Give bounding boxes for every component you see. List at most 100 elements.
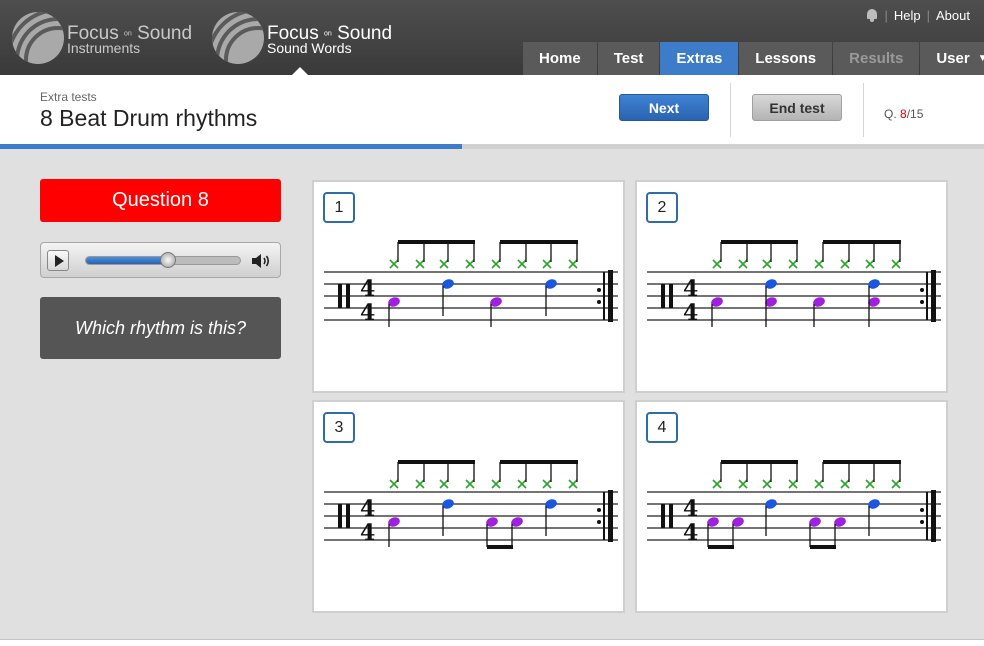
- progress-fill: [0, 144, 463, 149]
- hihat-note: [865, 259, 875, 269]
- hihat-note: [389, 479, 399, 489]
- repeat-dot: [597, 300, 601, 304]
- barline-thick: [931, 490, 936, 542]
- answer-option-4[interactable]: 4 44: [635, 400, 948, 613]
- nav-extras[interactable]: Extras: [660, 42, 739, 75]
- nav-home[interactable]: Home: [523, 42, 597, 75]
- option-number: 1: [323, 192, 355, 223]
- audio-seek-fill: [86, 257, 168, 264]
- hihat-note: [542, 479, 552, 489]
- question-prompt: Which rhythm is this?: [40, 297, 281, 359]
- repeat-dot: [920, 508, 924, 512]
- percussion-clef-bar: [338, 504, 342, 528]
- answer-option-1[interactable]: 1 44: [312, 180, 625, 393]
- hihat-note: [491, 259, 501, 269]
- barline-thin: [926, 492, 928, 540]
- sound-waves-icon: [212, 12, 264, 64]
- hihat-beam: [398, 460, 475, 464]
- percussion-clef-bar: [338, 284, 342, 308]
- hihat-beam: [721, 460, 798, 464]
- hihat-note: [568, 479, 578, 489]
- barline-thick: [608, 490, 613, 542]
- caret-down-icon: ▼: [977, 53, 984, 64]
- hihat-note: [415, 479, 425, 489]
- time-signature-top: 4: [683, 496, 698, 522]
- hihat-note: [415, 259, 425, 269]
- hihat-note: [738, 479, 748, 489]
- hihat-note: [788, 479, 798, 489]
- hihat-note: [465, 479, 475, 489]
- barline-thin: [603, 492, 605, 540]
- audio-player: [40, 242, 281, 278]
- percussion-clef-bar: [669, 504, 673, 528]
- hihat-note: [542, 259, 552, 269]
- hihat-note: [517, 259, 527, 269]
- repeat-dot: [597, 508, 601, 512]
- nav-lessons[interactable]: Lessons: [739, 42, 833, 75]
- hihat-beam: [823, 240, 901, 244]
- repeat-dot: [920, 520, 924, 524]
- help-link[interactable]: Help: [894, 8, 921, 23]
- repeat-dot: [920, 288, 924, 292]
- rhythm-notation: 44: [324, 240, 618, 327]
- barline-thin: [926, 272, 928, 320]
- brand-logo-sound-words[interactable]: Focus on Sound Sound Words: [212, 10, 392, 66]
- rhythm-notation: 44: [324, 460, 618, 549]
- time-signature-bottom: 4: [360, 300, 375, 326]
- page-title: 8 Beat Drum rhythms: [40, 105, 258, 131]
- repeat-dot: [597, 520, 601, 524]
- hihat-note: [517, 479, 527, 489]
- breadcrumb: Extra tests: [40, 90, 97, 104]
- nav-test[interactable]: Test: [597, 42, 660, 75]
- time-signature-top: 4: [360, 496, 375, 522]
- time-signature-top: 4: [360, 276, 375, 302]
- hihat-note: [840, 479, 850, 489]
- divider: [730, 83, 731, 137]
- play-icon[interactable]: [47, 250, 69, 271]
- bell-icon[interactable]: [866, 9, 878, 22]
- hihat-note: [465, 259, 475, 269]
- rhythm-notation: 44: [647, 460, 941, 549]
- percussion-clef-bar: [669, 284, 673, 308]
- audio-seek-handle[interactable]: [159, 252, 176, 268]
- hihat-note: [389, 259, 399, 269]
- percussion-clef-bar: [661, 284, 665, 308]
- hihat-note: [762, 259, 772, 269]
- hihat-beam: [500, 240, 578, 244]
- next-button[interactable]: Next: [619, 94, 709, 121]
- hihat-note: [814, 479, 824, 489]
- nav-user[interactable]: User ▼: [920, 42, 984, 75]
- barline-thin: [603, 272, 605, 320]
- brand-logo-instruments[interactable]: Focus on Sound Instruments: [12, 10, 192, 66]
- hihat-note: [814, 259, 824, 269]
- hihat-note: [865, 479, 875, 489]
- question-badge: Question 8: [40, 179, 281, 222]
- nav-user-label: User: [936, 50, 970, 67]
- title-bar: Extra tests 8 Beat Drum rhythms Next End…: [0, 75, 984, 144]
- barline-thick: [608, 270, 613, 322]
- time-signature-bottom: 4: [683, 300, 698, 326]
- hihat-note: [712, 259, 722, 269]
- hihat-note: [712, 479, 722, 489]
- active-product-indicator: [292, 67, 308, 75]
- volume-icon[interactable]: [251, 252, 273, 270]
- time-signature-bottom: 4: [360, 520, 375, 546]
- answer-option-2[interactable]: 2 44: [635, 180, 948, 393]
- kick-beam: [810, 545, 836, 549]
- time-signature-top: 4: [683, 276, 698, 302]
- top-bar: Focus on Sound Instruments Focus on Soun…: [0, 0, 984, 75]
- sound-waves-icon: [12, 12, 64, 64]
- time-signature-bottom: 4: [683, 520, 698, 546]
- hihat-note: [491, 479, 501, 489]
- hihat-note: [439, 259, 449, 269]
- hihat-beam: [823, 460, 901, 464]
- hihat-beam: [398, 240, 475, 244]
- hihat-note: [788, 259, 798, 269]
- barline-thick: [931, 270, 936, 322]
- rhythm-notation: 44: [647, 240, 941, 327]
- percussion-clef-bar: [346, 284, 350, 308]
- end-test-button[interactable]: End test: [752, 94, 842, 121]
- answer-option-3[interactable]: 3 44: [312, 400, 625, 613]
- audio-seek-bar[interactable]: [85, 252, 241, 268]
- about-link[interactable]: About: [936, 8, 970, 23]
